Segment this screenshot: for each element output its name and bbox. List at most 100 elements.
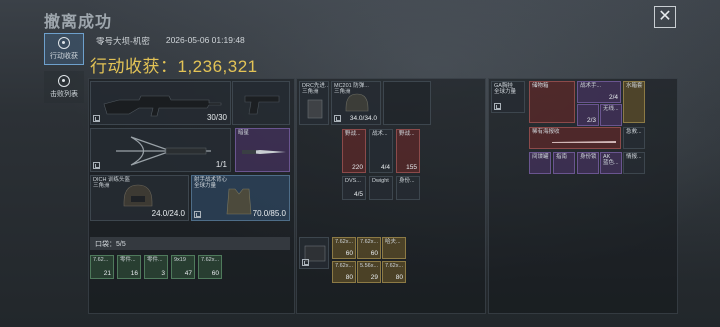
helmet-slot[interactable]: DICH 训练头盔 三角洲 24.0/24.0 [90,175,189,221]
item-name: 7.62... [93,257,109,263]
item-count: 16 [130,270,138,277]
backpack-item[interactable]: 哈夫... [382,237,406,259]
item-name: 7.62x... [335,263,354,269]
right-item[interactable]: 储物箱 [529,81,575,123]
item-name: 零件... [147,257,163,263]
item-name: 7.62x... [335,239,354,245]
rig-item[interactable]: DVS... 4/5 [342,176,366,200]
item-name: 情报... [626,154,642,160]
right-item[interactable]: 情报... [623,152,645,174]
helmet2-slot[interactable]: MC201 防弹... 三角洲 34.0/34.0 [331,81,381,125]
item-name: 7.62x... [360,239,379,245]
lock-icon [302,259,309,266]
loot-value: 1,236,321 [177,57,258,76]
page-title: 撤离成功 [44,14,113,31]
item-count: 2/4 [608,94,618,101]
right-item[interactable]: 指南 [553,152,575,174]
item-count: 220 [352,164,363,171]
item-name: 身份... [399,178,415,184]
empty-slot[interactable] [383,81,431,125]
tab-kills[interactable]: 击败列表 [44,71,84,103]
rig-item[interactable]: 野战... 220 [342,129,366,173]
knife-icon [242,150,286,154]
item-name: 7.62x... [201,257,220,263]
pouch-item[interactable]: 零件... 16 [117,255,141,279]
item-name: 战术手... [580,83,602,89]
right-item[interactable]: 间谍罐 [529,152,551,174]
map-name: 零号大坝-机密 [96,36,150,46]
backpack-slot[interactable] [299,237,329,269]
item-name: DVS... [345,178,361,184]
item-name: Dwight [372,178,389,184]
item-name: 水箱套 [626,83,643,89]
item-count: 2/3 [586,117,596,124]
case-slot[interactable]: GA胸挂 全球力量 [491,81,525,113]
backpack-item[interactable]: 7.62x... 60 [357,237,381,259]
target-icon [58,37,70,49]
item-count: 4/4 [380,164,390,171]
pistol-icon [244,95,280,115]
right-item[interactable]: 急救... [623,127,645,149]
right-item[interactable]: 稀有海报收 [529,127,621,149]
lock-icon [194,211,201,218]
tab-loot[interactable]: 行动收获 [44,33,84,65]
item-count: 29 [370,274,378,281]
chest-rig-slot[interactable]: DRC先进... 三角洲 [299,81,329,125]
right-item[interactable]: 身份锁 [577,152,599,174]
item-name: 野战... [399,131,415,137]
pistol-slot[interactable] [232,81,290,125]
rifle-icon [103,95,222,117]
item-name: 哈夫... [385,239,401,245]
item-name: AK 蓝色... [603,154,619,167]
helmet-icon [123,184,153,207]
pouch-item[interactable]: 7.62... 21 [90,255,114,279]
backpack-item[interactable]: 7.62x... 80 [382,261,406,283]
loot-label: 行动收获： [90,57,178,76]
right-item[interactable]: 2/3 [577,104,599,126]
item-count: 80 [345,274,353,281]
pouch-item[interactable]: 7.62x... 60 [198,255,222,279]
item-count: 60 [370,250,378,257]
item-name: 储物箱 [532,83,549,89]
armor-durability: 70.0/85.0 [252,209,286,218]
item-count: 4/5 [353,191,363,198]
lock-icon [334,115,341,122]
item-name: 7.62x... [385,263,404,269]
item-name: 身份锁 [580,154,597,160]
item-count: 60 [211,270,219,277]
rig-item[interactable]: Dwight [369,176,393,200]
primary-ammo: 30/30 [206,113,227,122]
close-button[interactable]: ✕ [654,6,676,28]
rig-item[interactable]: 身份... [396,176,420,200]
skull-icon [58,75,70,87]
pouch-item[interactable]: 9x19 47 [171,255,195,279]
tab-kills-label: 击败列表 [50,91,78,98]
pouch-count: 5/5 [116,241,126,248]
rig-icon [307,99,323,119]
pouch-header: 口袋：5/5 [90,237,290,250]
secondary-weapon-slot[interactable]: 1/1 [90,128,231,172]
armor-slot[interactable]: 射手战术背心 全球力量 70.0/85.0 [191,175,290,221]
rig-item[interactable]: 战术... 4/4 [369,129,393,173]
right-item[interactable]: 无线... [600,104,622,126]
item-count: 60 [345,250,353,257]
raid-meta: 零号大坝-机密 2026-05-06 01:19:48 [96,35,245,47]
primary-weapon-slot[interactable]: 30/30 [90,81,231,125]
melee-name: 暗星 [238,130,250,136]
item-name: 零件... [120,257,136,263]
right-item[interactable]: 战术手... 2/4 [577,81,621,103]
item-name: 战术... [372,131,388,137]
backpack-item[interactable]: 7.62x... 60 [332,237,356,259]
item-count: 3 [161,270,165,277]
backpack-item[interactable]: 5.56x... 29 [357,261,381,283]
chest-rig-name: DRC先进... 三角洲 [302,83,329,96]
pouch-item[interactable]: 零件... 3 [144,255,168,279]
right-item[interactable]: 水箱套 [623,81,645,123]
melee-slot[interactable]: 暗星 [235,128,290,172]
item-name: 无线... [603,106,619,112]
weapon-icon [552,141,616,143]
backpack-item[interactable]: 7.62x... 80 [332,261,356,283]
rig-item[interactable]: 野战... 155 [396,129,420,173]
item-count: 47 [184,270,192,277]
right-item[interactable]: AK 蓝色... [600,152,622,174]
